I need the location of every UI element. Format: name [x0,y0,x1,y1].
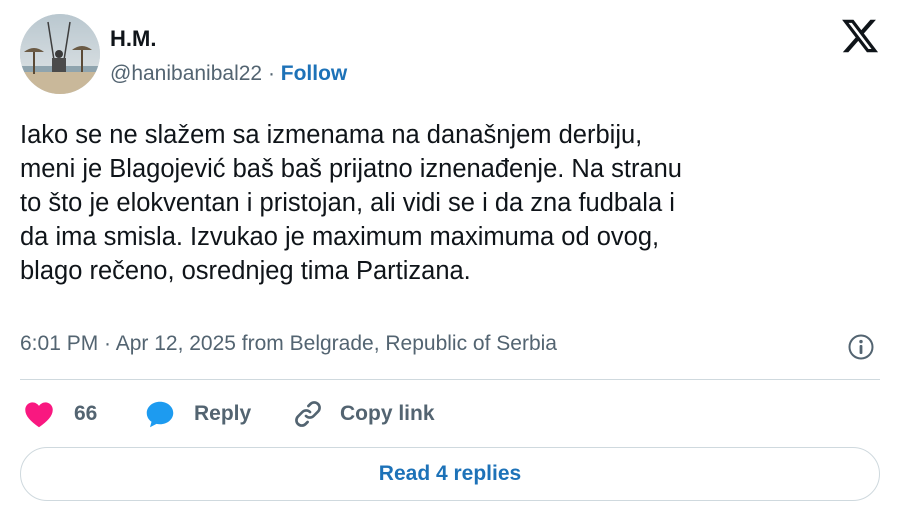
reply-label: Reply [194,402,252,425]
avatar[interactable] [20,14,100,94]
tweet-text-line: da ima smisla. Izvukao je maximum maximu… [20,223,660,251]
tweet-text-line: Iako se ne slažem sa izmenama na današnj… [20,121,643,149]
info-icon[interactable] [847,333,875,361]
heart-icon [25,402,53,428]
tweet-text-line: to što je elokventan i pristojan, ali vi… [20,189,675,217]
reply-button[interactable]: Reply [144,394,251,434]
author-name[interactable]: H.M. [110,26,156,52]
tweet-text-line: blago rečeno, osrednjeg tima Partizana. [20,257,471,285]
tweet-timestamp[interactable]: 6:01 PM · Apr 12, 2025 from Belgrade, Re… [20,332,557,356]
speech-bubble-icon [146,401,174,428]
tweet-text-line: meni je Blagojević baš baš prijatno izne… [20,155,682,183]
link-icon [295,401,321,427]
copy-link-label: Copy link [340,402,435,425]
author-handle[interactable]: @hanibanibal22 [110,62,262,85]
tweet-text: Iako se ne slažem sa izmenama na današnj… [20,118,880,288]
copy-link-button[interactable]: Copy link [292,394,435,434]
tweet-actions: 66 Reply Copy link [20,394,880,434]
follow-button[interactable]: Follow [281,62,348,85]
handle-separator: · [262,62,281,85]
read-replies-button[interactable]: Read 4 replies [20,447,880,501]
like-button[interactable]: 66 [24,394,97,434]
divider [20,379,880,380]
read-replies-label: Read 4 replies [378,462,522,485]
x-logo-icon[interactable] [840,16,880,56]
like-count: 66 [74,402,98,425]
author-handle-line: @hanibanibal22 · Follow [110,62,347,86]
tweet-header: H.M. @hanibanibal22 · Follow [20,14,880,96]
